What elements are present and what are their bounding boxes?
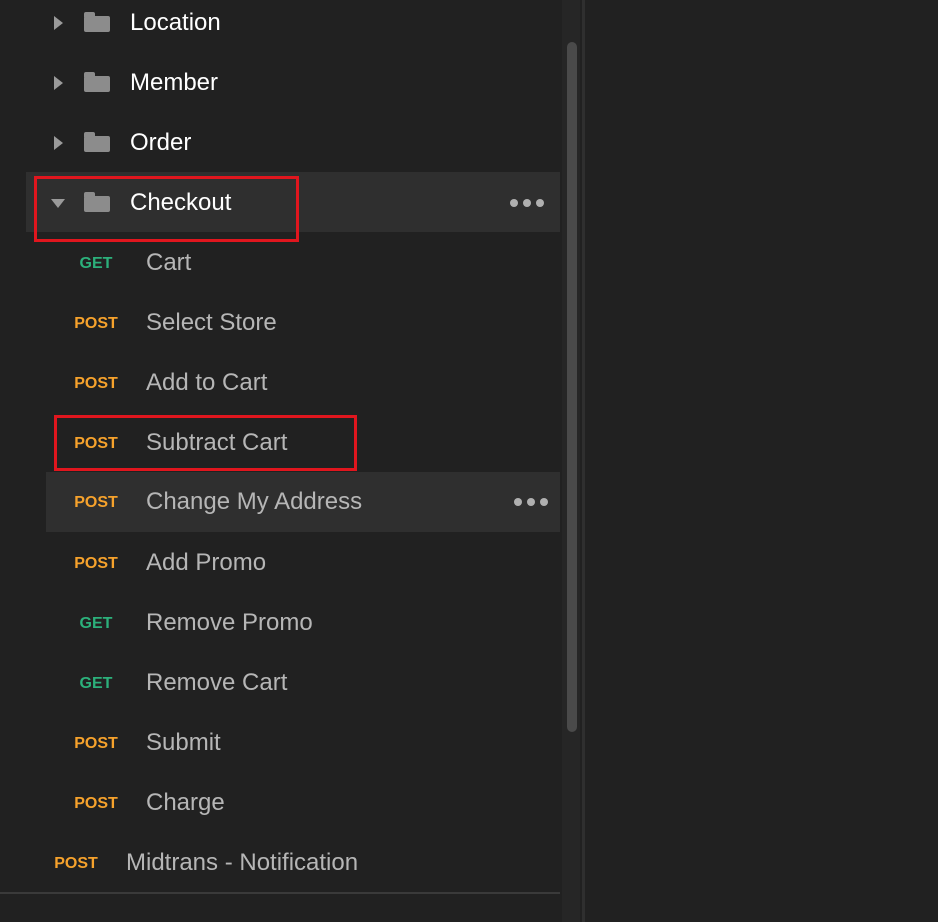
method-badge: POST <box>74 375 118 392</box>
request-item[interactable]: POST Add to Cart <box>0 353 562 413</box>
folder-icon <box>84 132 110 152</box>
method-badge: POST <box>54 855 98 872</box>
highlight-box-subtract-cart <box>54 415 357 471</box>
method-badge: POST <box>74 795 118 812</box>
folder-icon <box>84 72 110 92</box>
request-item[interactable]: POST Charge <box>0 773 562 833</box>
sidebar-scrollbar-thumb[interactable] <box>567 42 577 732</box>
request-label: Add Promo <box>146 549 267 576</box>
more-horizontal-icon[interactable] <box>514 498 548 506</box>
folder-label: Location <box>130 9 221 36</box>
method-badge: POST <box>74 735 118 752</box>
request-label: Remove Promo <box>146 609 313 636</box>
request-item[interactable]: POST Change My Address <box>0 472 562 532</box>
request-item[interactable]: GET Remove Cart <box>0 653 562 713</box>
request-label: Submit <box>146 729 221 756</box>
folder-icon <box>84 12 110 32</box>
more-horizontal-icon[interactable] <box>510 199 544 207</box>
method-badge: POST <box>74 555 118 572</box>
caret-right-icon[interactable] <box>54 136 63 150</box>
request-item[interactable]: POST Select Store <box>0 293 562 353</box>
folder-location[interactable]: Location <box>0 0 562 53</box>
request-label: Midtrans - Notification <box>126 849 359 876</box>
request-item[interactable]: GET Remove Promo <box>0 593 562 653</box>
request-item[interactable]: POST Add Promo <box>0 533 562 593</box>
method-badge: POST <box>74 494 118 511</box>
request-label: Remove Cart <box>146 669 288 696</box>
request-item[interactable]: POST Submit <box>0 713 562 773</box>
folder-order[interactable]: Order <box>0 113 562 173</box>
main-pane <box>585 0 938 922</box>
highlight-box-checkout <box>34 176 299 242</box>
request-item[interactable]: GET Cart <box>0 233 562 293</box>
caret-right-icon[interactable] <box>54 16 63 30</box>
method-badge: GET <box>79 675 113 692</box>
method-badge: GET <box>79 255 113 272</box>
folder-label: Order <box>130 129 192 156</box>
caret-right-icon[interactable] <box>54 76 63 90</box>
method-badge: POST <box>74 315 118 332</box>
request-label: Charge <box>146 789 225 816</box>
sidebar-divider <box>0 892 560 894</box>
folder-label: Member <box>130 69 219 96</box>
request-label: Add to Cart <box>146 369 268 396</box>
folder-member[interactable]: Member <box>0 53 562 113</box>
request-label: Cart <box>146 249 192 276</box>
request-label: Select Store <box>146 309 277 336</box>
request-item[interactable]: POST Midtrans - Notification <box>0 833 562 893</box>
method-badge: GET <box>79 615 113 632</box>
request-label: Change My Address <box>146 488 363 515</box>
